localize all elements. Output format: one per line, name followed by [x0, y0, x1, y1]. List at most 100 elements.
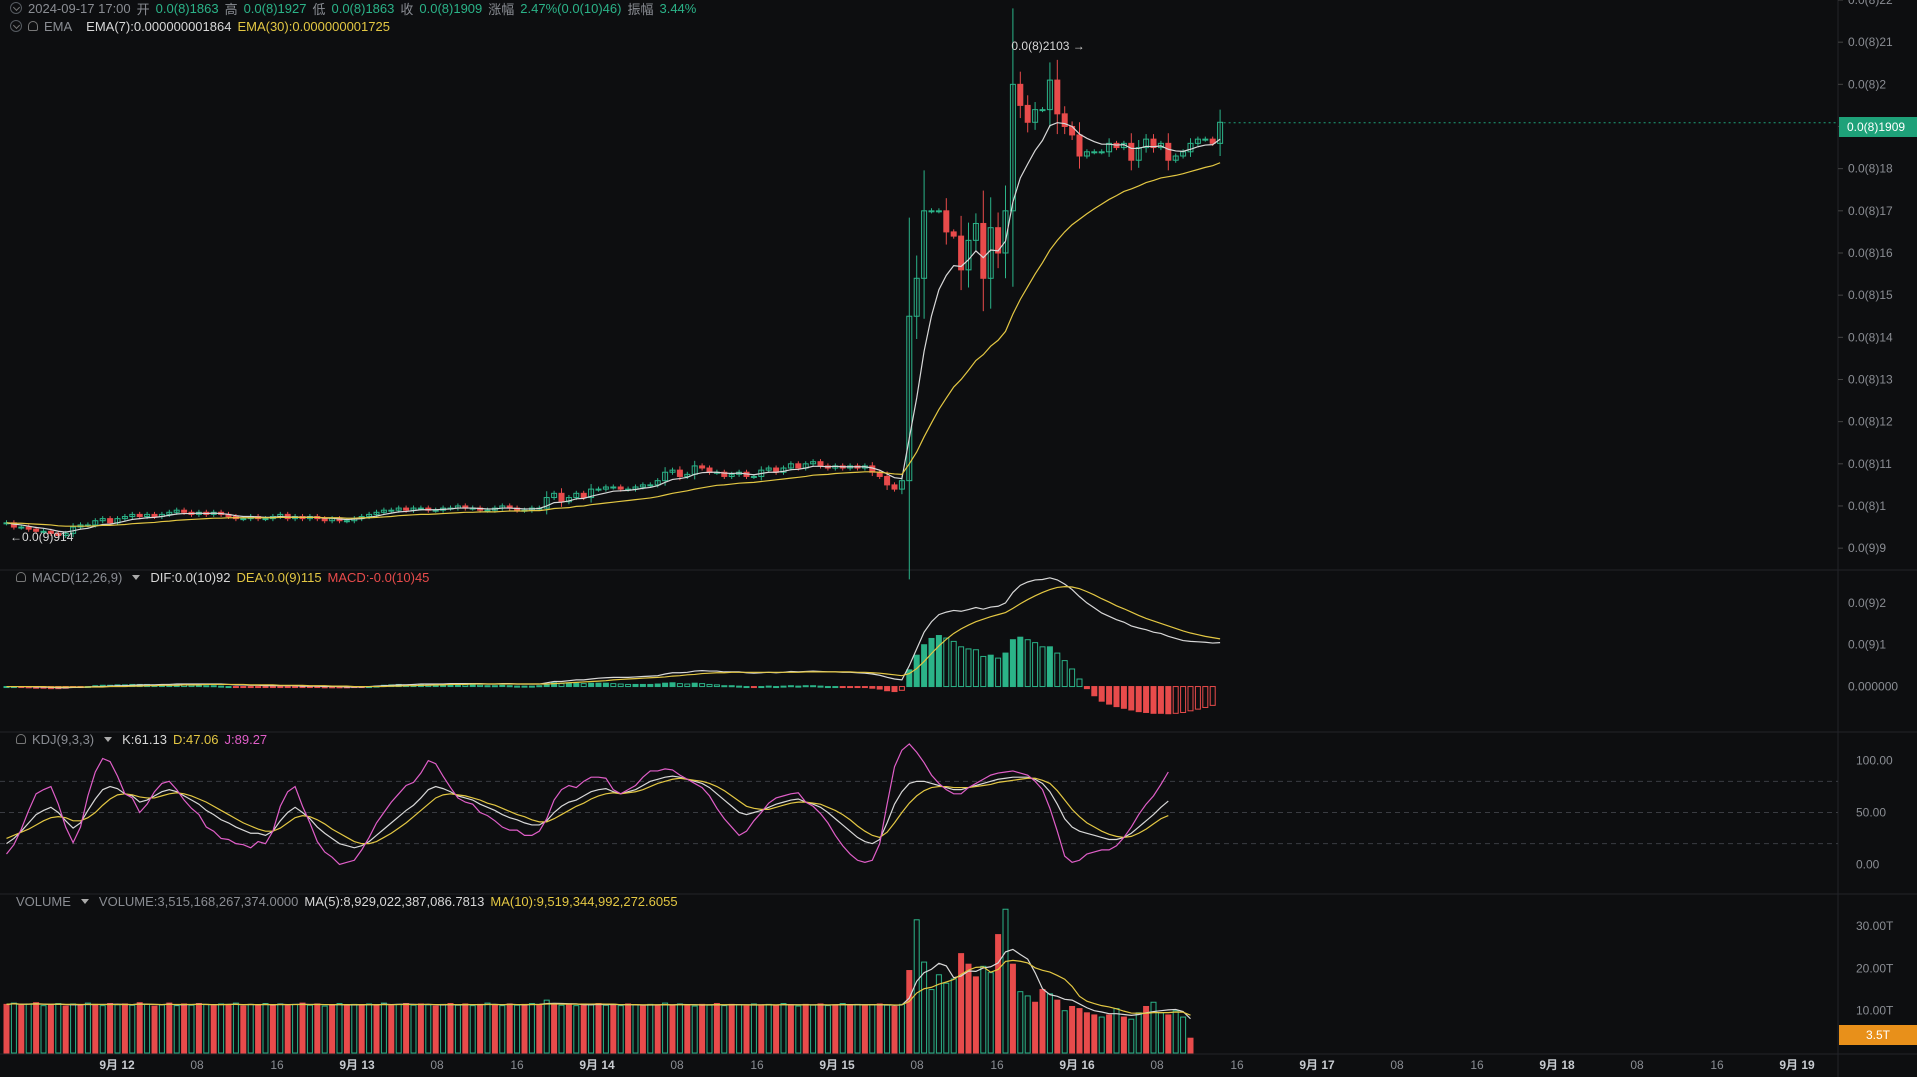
macd-bar — [802, 685, 809, 688]
macd-name[interactable]: MACD(12,26,9) — [32, 570, 122, 585]
macd-bar — [1002, 652, 1009, 688]
macd-bar — [292, 686, 299, 689]
candle-body — [136, 513, 143, 518]
collapse-icon[interactable] — [10, 2, 22, 14]
candle-body — [25, 526, 32, 530]
macd-bar — [884, 686, 891, 692]
candle-body — [1091, 151, 1098, 154]
candle-body — [151, 513, 158, 518]
open-value: 0.0(8)1863 — [155, 0, 219, 16]
bell-icon[interactable] — [16, 734, 26, 744]
macd-bar — [832, 686, 839, 689]
volume-bar — [403, 1003, 410, 1054]
macd-bar — [773, 686, 780, 689]
volume-name[interactable]: VOLUME — [16, 894, 71, 909]
amplitude-label: 振幅 — [627, 1, 654, 17]
macd-bar — [639, 683, 646, 688]
volume-bar — [47, 1004, 54, 1054]
candle-body — [403, 507, 410, 511]
candle-body — [580, 492, 587, 499]
volume-bar — [299, 1002, 306, 1054]
ema-name[interactable]: EMA — [44, 19, 72, 34]
price-tick-label: 0.0(8)13 — [1848, 372, 1893, 386]
bell-icon[interactable] — [16, 572, 26, 582]
volume-bar — [743, 1005, 750, 1054]
volume-bar — [847, 1004, 854, 1054]
volume-bar — [210, 1005, 217, 1054]
volume-bar — [1165, 1014, 1172, 1054]
macd-bar — [662, 682, 669, 688]
volume-bar — [1032, 1001, 1039, 1054]
kdj-k: K:61.13 — [122, 731, 167, 747]
volume-bar — [136, 1002, 143, 1054]
x-tick-label: 9月 14 — [579, 1058, 615, 1072]
volume-bar — [373, 1004, 380, 1054]
x-tick-label: 16 — [510, 1058, 524, 1072]
volume-bar — [1039, 989, 1046, 1054]
macd-bar — [824, 686, 831, 689]
change-value: 2.47%(0.0(10)46) — [520, 0, 622, 16]
candle-body — [750, 475, 757, 478]
bell-icon[interactable] — [28, 21, 38, 31]
x-tick-label: 9月 17 — [1299, 1058, 1335, 1072]
macd-bar — [210, 685, 217, 688]
volume-bar — [314, 1003, 321, 1054]
x-tick-label: 16 — [750, 1058, 764, 1072]
volume-bar — [92, 1003, 99, 1054]
macd-tick-label: 0.0(9)2 — [1848, 596, 1886, 610]
macd-bar — [203, 685, 210, 688]
candle-body — [950, 231, 957, 237]
x-tick-label: 9月 18 — [1539, 1058, 1575, 1072]
macd-bar — [891, 686, 898, 693]
chevron-down-icon[interactable] — [132, 574, 141, 580]
macd-bar — [225, 686, 232, 689]
candle-body — [595, 488, 602, 491]
low-label: 低 — [312, 1, 326, 17]
macd-bar — [491, 685, 498, 688]
volume-tick-label: 20.00T — [1856, 961, 1894, 975]
volume-value: VOLUME:3,515,168,267,374.0000 — [98, 893, 299, 909]
x-tick-label: 08 — [670, 1058, 684, 1072]
ema-header: EMA EMA(7):0.000000001864 EMA(30):0.0000… — [0, 18, 390, 34]
volume-bar — [1091, 1014, 1098, 1054]
volume-ma10: MA(10):9,519,344,992,272.6055 — [490, 893, 678, 909]
macd-bar — [691, 682, 698, 688]
price-tick-label: 0.0(8)12 — [1848, 415, 1893, 429]
macd-bar — [817, 685, 824, 688]
volume-bar — [595, 1003, 602, 1054]
volume-bar — [1054, 999, 1061, 1054]
chevron-down-icon[interactable] — [104, 736, 113, 742]
macd-bar — [987, 654, 994, 688]
x-tick-label: 16 — [990, 1058, 1004, 1072]
chart-canvas[interactable]: 0.0(8)2103 →←0.0(9)914 0.0(8)220.0(8)210… — [0, 0, 1917, 1077]
candle-body — [484, 509, 491, 512]
x-tick-label: 08 — [430, 1058, 444, 1072]
volume-bar — [447, 1003, 454, 1054]
macd-bar — [736, 685, 743, 688]
volume-header: VOLUME VOLUME:3,515,168,267,374.0000 MA(… — [0, 893, 678, 909]
candle-body — [817, 461, 824, 467]
macd-bar — [647, 683, 654, 688]
macd-bar — [795, 685, 802, 688]
price-tick-label: 0.0(8)18 — [1848, 162, 1893, 176]
macd-bar — [506, 685, 513, 688]
volume-bar — [506, 1003, 513, 1054]
volume-bar — [787, 1004, 794, 1054]
macd-bar — [854, 686, 861, 689]
kdj-name[interactable]: KDJ(9,3,3) — [32, 732, 94, 747]
macd-bar — [1017, 636, 1024, 688]
volume-bar — [832, 1004, 839, 1054]
candle-body — [928, 210, 935, 213]
candle-body — [417, 507, 424, 510]
x-tick-label: 9月 13 — [339, 1058, 375, 1072]
chevron-down-icon[interactable] — [80, 898, 89, 904]
price-tick-label: 0.0(8)2 — [1848, 77, 1886, 91]
x-tick-label: 9月 12 — [99, 1058, 135, 1072]
macd-bar — [869, 686, 876, 689]
volume-bar — [891, 1005, 898, 1054]
macd-bar — [514, 685, 521, 688]
collapse-icon[interactable] — [10, 20, 22, 32]
volume-bar — [536, 1004, 543, 1054]
macd-bar — [765, 685, 772, 688]
price-tick-label: 0.0(8)21 — [1848, 35, 1893, 49]
